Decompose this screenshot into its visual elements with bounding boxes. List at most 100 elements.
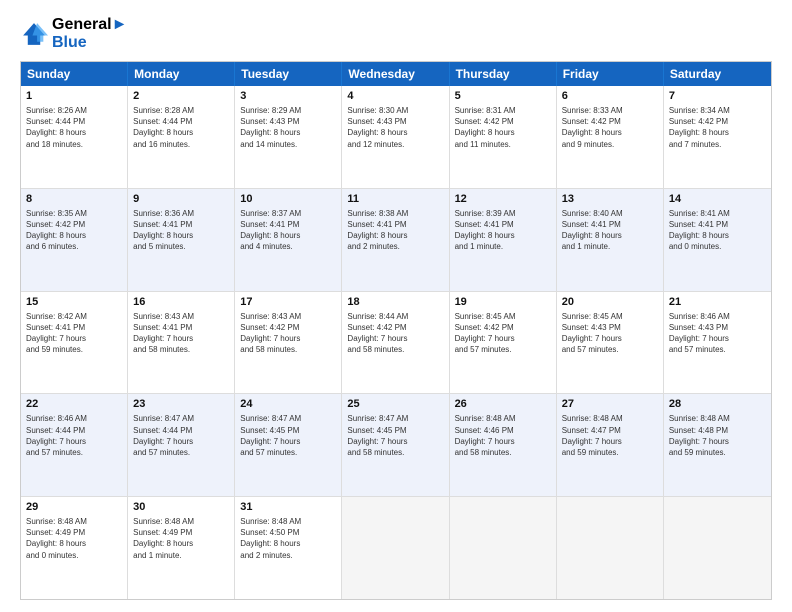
calendar-day-25: 25Sunrise: 8:47 AMSunset: 4:45 PMDayligh…: [342, 394, 449, 496]
day-info: Sunrise: 8:36 AM: [133, 208, 229, 219]
day-info: Daylight: 8 hours: [669, 230, 766, 241]
calendar-day-5: 5Sunrise: 8:31 AMSunset: 4:42 PMDaylight…: [450, 86, 557, 188]
weekday-header-wednesday: Wednesday: [342, 62, 449, 86]
day-info: Sunrise: 8:28 AM: [133, 105, 229, 116]
day-number: 25: [347, 397, 443, 412]
day-number: 11: [347, 192, 443, 207]
day-info: and 57 minutes.: [26, 447, 122, 458]
day-info: Daylight: 7 hours: [347, 436, 443, 447]
day-info: Sunset: 4:41 PM: [562, 219, 658, 230]
day-info: Daylight: 7 hours: [669, 333, 766, 344]
day-info: and 0 minutes.: [669, 241, 766, 252]
day-number: 19: [455, 295, 551, 310]
day-info: Sunrise: 8:48 AM: [669, 413, 766, 424]
day-info: and 1 minute.: [133, 550, 229, 561]
page: General► Blue SundayMondayTuesdayWednesd…: [0, 0, 792, 612]
day-info: and 58 minutes.: [455, 447, 551, 458]
day-number: 12: [455, 192, 551, 207]
day-info: and 0 minutes.: [26, 550, 122, 561]
calendar-day-17: 17Sunrise: 8:43 AMSunset: 4:42 PMDayligh…: [235, 292, 342, 394]
day-info: Daylight: 7 hours: [240, 333, 336, 344]
calendar-day-6: 6Sunrise: 8:33 AMSunset: 4:42 PMDaylight…: [557, 86, 664, 188]
calendar-day-3: 3Sunrise: 8:29 AMSunset: 4:43 PMDaylight…: [235, 86, 342, 188]
day-info: and 58 minutes.: [347, 344, 443, 355]
day-info: and 18 minutes.: [26, 139, 122, 150]
day-number: 30: [133, 500, 229, 515]
day-info: Sunset: 4:44 PM: [133, 116, 229, 127]
day-info: Sunrise: 8:47 AM: [133, 413, 229, 424]
day-info: Daylight: 7 hours: [669, 436, 766, 447]
day-info: Sunset: 4:44 PM: [26, 425, 122, 436]
day-info: Sunset: 4:45 PM: [240, 425, 336, 436]
day-info: and 2 minutes.: [240, 550, 336, 561]
weekday-header-monday: Monday: [128, 62, 235, 86]
day-info: Sunset: 4:42 PM: [562, 116, 658, 127]
day-info: and 9 minutes.: [562, 139, 658, 150]
day-info: Daylight: 7 hours: [562, 333, 658, 344]
calendar-day-19: 19Sunrise: 8:45 AMSunset: 4:42 PMDayligh…: [450, 292, 557, 394]
day-info: and 2 minutes.: [347, 241, 443, 252]
day-info: Daylight: 8 hours: [133, 230, 229, 241]
day-info: and 58 minutes.: [347, 447, 443, 458]
weekday-header-thursday: Thursday: [450, 62, 557, 86]
day-info: Sunset: 4:44 PM: [133, 425, 229, 436]
day-info: Daylight: 8 hours: [562, 127, 658, 138]
day-info: Daylight: 8 hours: [669, 127, 766, 138]
day-info: Sunset: 4:43 PM: [562, 322, 658, 333]
day-info: Daylight: 7 hours: [26, 436, 122, 447]
day-number: 9: [133, 192, 229, 207]
day-info: Sunrise: 8:47 AM: [347, 413, 443, 424]
day-info: and 5 minutes.: [133, 241, 229, 252]
calendar-day-8: 8Sunrise: 8:35 AMSunset: 4:42 PMDaylight…: [21, 189, 128, 291]
day-info: Daylight: 8 hours: [133, 127, 229, 138]
day-number: 21: [669, 295, 766, 310]
calendar-day-29: 29Sunrise: 8:48 AMSunset: 4:49 PMDayligh…: [21, 497, 128, 599]
calendar-day-27: 27Sunrise: 8:48 AMSunset: 4:47 PMDayligh…: [557, 394, 664, 496]
day-number: 4: [347, 89, 443, 104]
calendar-empty: [342, 497, 449, 599]
day-number: 14: [669, 192, 766, 207]
calendar-day-12: 12Sunrise: 8:39 AMSunset: 4:41 PMDayligh…: [450, 189, 557, 291]
day-info: Daylight: 7 hours: [455, 333, 551, 344]
calendar-day-26: 26Sunrise: 8:48 AMSunset: 4:46 PMDayligh…: [450, 394, 557, 496]
day-number: 17: [240, 295, 336, 310]
day-info: Sunrise: 8:26 AM: [26, 105, 122, 116]
day-number: 28: [669, 397, 766, 412]
day-info: Sunset: 4:42 PM: [455, 322, 551, 333]
day-info: and 59 minutes.: [562, 447, 658, 458]
day-info: Sunrise: 8:34 AM: [669, 105, 766, 116]
day-number: 26: [455, 397, 551, 412]
day-info: and 12 minutes.: [347, 139, 443, 150]
day-info: Sunset: 4:48 PM: [669, 425, 766, 436]
day-info: Sunset: 4:44 PM: [26, 116, 122, 127]
day-info: Sunset: 4:41 PM: [347, 219, 443, 230]
day-number: 1: [26, 89, 122, 104]
day-info: Sunrise: 8:48 AM: [562, 413, 658, 424]
day-number: 2: [133, 89, 229, 104]
day-info: and 59 minutes.: [669, 447, 766, 458]
calendar-day-14: 14Sunrise: 8:41 AMSunset: 4:41 PMDayligh…: [664, 189, 771, 291]
day-info: Sunset: 4:41 PM: [26, 322, 122, 333]
day-info: Daylight: 7 hours: [133, 436, 229, 447]
weekday-header-saturday: Saturday: [664, 62, 771, 86]
day-info: Sunset: 4:42 PM: [240, 322, 336, 333]
day-number: 24: [240, 397, 336, 412]
day-info: Daylight: 7 hours: [455, 436, 551, 447]
day-info: and 14 minutes.: [240, 139, 336, 150]
day-info: Daylight: 7 hours: [347, 333, 443, 344]
day-info: Sunset: 4:41 PM: [455, 219, 551, 230]
day-info: Sunset: 4:47 PM: [562, 425, 658, 436]
day-info: Daylight: 8 hours: [240, 538, 336, 549]
day-info: Daylight: 8 hours: [240, 230, 336, 241]
calendar-row: 22Sunrise: 8:46 AMSunset: 4:44 PMDayligh…: [21, 394, 771, 497]
day-info: Sunrise: 8:38 AM: [347, 208, 443, 219]
day-number: 31: [240, 500, 336, 515]
day-info: Daylight: 8 hours: [240, 127, 336, 138]
day-info: Sunset: 4:50 PM: [240, 527, 336, 538]
day-info: and 16 minutes.: [133, 139, 229, 150]
calendar-header: SundayMondayTuesdayWednesdayThursdayFrid…: [21, 62, 771, 86]
day-info: and 57 minutes.: [562, 344, 658, 355]
weekday-header-tuesday: Tuesday: [235, 62, 342, 86]
day-info: Daylight: 8 hours: [347, 127, 443, 138]
day-info: and 59 minutes.: [26, 344, 122, 355]
